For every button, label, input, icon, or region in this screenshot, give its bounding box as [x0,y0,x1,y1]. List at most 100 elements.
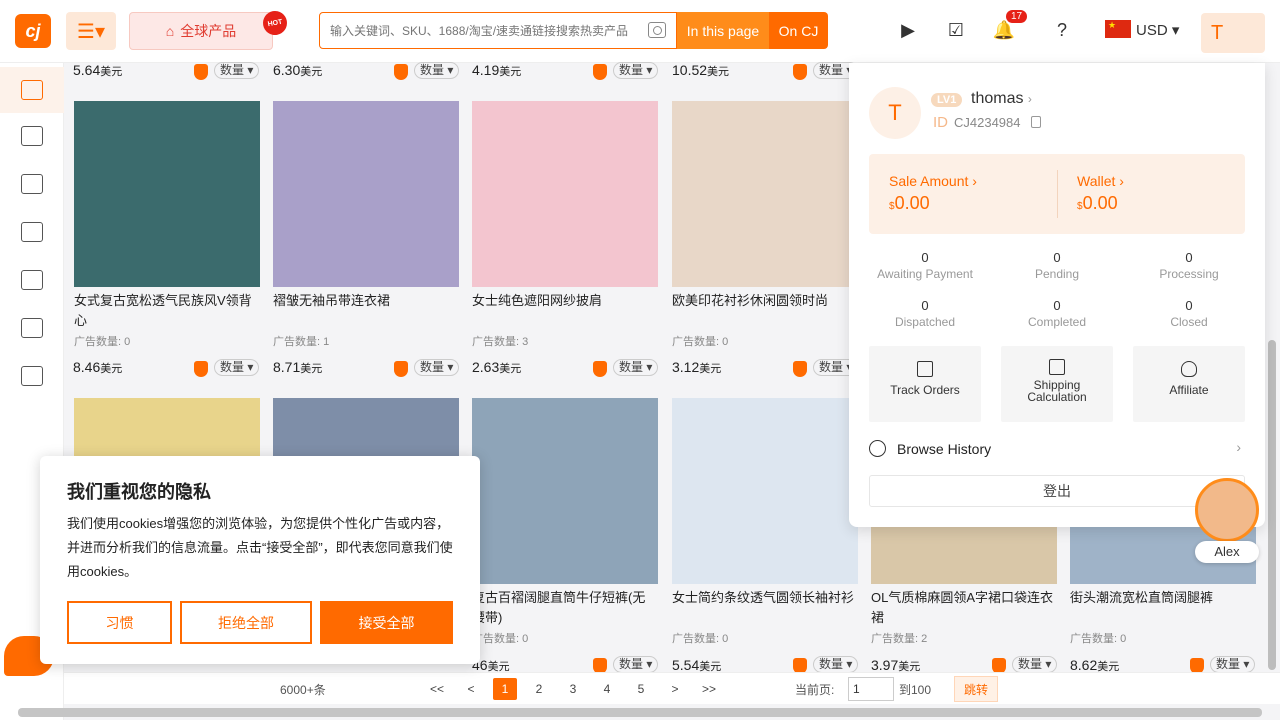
assistant-widget[interactable]: Alex [1195,478,1261,566]
product-image[interactable] [74,101,260,287]
product-name[interactable]: 欧美印花衬衫休闲圆领时尚 [672,291,858,331]
stat-count: 0 [1185,250,1193,265]
cj-logo[interactable]: cj [15,14,51,48]
sidebar-item-clip[interactable] [0,257,64,303]
product-name[interactable]: 女士简约条纹透气圆领长袖衬衫 [672,588,858,628]
price-row: 3.12美元 [672,357,721,377]
currency-selector[interactable]: USD ▾ [1136,21,1179,39]
product-image[interactable] [273,101,459,287]
page-last[interactable]: >> [697,678,721,700]
page-first[interactable]: << [425,678,449,700]
username-link[interactable]: thomas › [971,90,1032,108]
quantity-select[interactable]: 数量 ▾ [414,62,460,79]
quantity-select[interactable]: 数量 ▾ [214,62,260,79]
stat-processing[interactable]: 0 Processing [1129,250,1249,281]
page-next[interactable]: > [663,678,687,700]
product-card[interactable]: 女士纯色遮阳网纱披肩 广告数量: 3 [472,101,658,349]
product-name[interactable]: 复古百褶阔腿直筒牛仔短裤(无腰带) [472,588,658,628]
copy-icon[interactable] [1031,116,1041,128]
product-name[interactable]: 褶皱无袖吊带连衣裙 [273,291,459,331]
search-in-page-button[interactable]: In this page [677,12,769,49]
stat-label: Processing [1159,267,1219,281]
sidebar-item-store[interactable] [0,305,64,351]
page-2[interactable]: 2 [527,678,551,700]
page-4[interactable]: 4 [595,678,619,700]
user-avatar: T [869,87,921,139]
custom-cookie-button[interactable]: 习惯 [67,601,172,644]
video-icon[interactable]: ▶ [896,18,920,42]
sidebar-item-list[interactable] [0,209,64,255]
stat-closed[interactable]: 0 Closed [1129,298,1249,329]
total-pages-label: 到100 [899,683,932,697]
user-avatar-button[interactable]: T [1201,13,1265,53]
product-card[interactable]: 女式复古宽松透气民族风V领背心 广告数量: 0 [74,101,260,349]
price-value: 8.46 [73,358,101,375]
price-unit: 美元 [898,660,921,673]
price-row-top-1: 6.30美元 [273,60,322,80]
sidebar-item-analytics[interactable] [0,353,64,399]
price-value: 4.19 [472,61,500,78]
product-name[interactable]: 女式复古宽松透气民族风V领背心 [74,291,260,331]
search-input[interactable] [330,23,640,38]
quantity-select[interactable]: 数量 ▾ [1210,656,1256,673]
china-flag-icon[interactable] [1105,20,1131,38]
global-products-label: 全球产品 [180,23,237,39]
product-name[interactable]: 街头潮流宽松直筒阔腿裤 [1070,588,1256,628]
quantity-select[interactable]: 数量 ▾ [613,656,659,673]
page-3[interactable]: 3 [561,678,585,700]
product-card[interactable]: 复古百褶阔腿直筒牛仔短裤(无腰带) 广告数量: 0 [472,398,658,646]
vertical-scrollbar[interactable] [1268,340,1276,670]
page-5[interactable]: 5 [629,678,653,700]
product-name[interactable]: 女士纯色遮阳网纱披肩 [472,291,658,331]
track-orders-button[interactable]: Track Orders [869,346,981,422]
product-name[interactable]: OL气质棉麻圆领A字裙口袋连衣裙 [871,588,1057,628]
qty-label: 数量 [420,63,445,77]
goto-page-button[interactable]: 跳转 [954,676,998,702]
sidebar-item-cart[interactable] [0,113,64,159]
reject-all-button[interactable]: 拒绝全部 [180,601,312,644]
quantity-select[interactable]: 数量 ▾ [214,359,260,376]
camera-icon[interactable] [648,22,666,38]
page-prev[interactable]: < [459,678,483,700]
page-number-input[interactable]: 1 [848,677,894,701]
price-row: 8.46美元 [73,357,122,377]
ad-count: 广告数量: 2 [871,633,928,645]
page-1[interactable]: 1 [493,678,517,700]
horizontal-scrollbar[interactable] [18,708,1262,717]
qty-label: 数量 [819,657,844,671]
global-products-button[interactable]: ⌂ 全球产品 [129,12,273,50]
quantity-select[interactable]: 数量 ▾ [613,62,659,79]
stat-completed[interactable]: 0 Completed [997,298,1117,329]
sale-amount-link[interactable]: Sale Amount › [889,173,977,189]
clock-icon [869,440,886,457]
stat-awaiting-payment[interactable]: 0 Awaiting Payment [865,250,985,281]
product-image[interactable] [472,101,658,287]
product-image[interactable] [672,101,858,287]
logout-button[interactable]: 登出 [869,475,1245,507]
sidebar-item-orders[interactable] [0,161,64,207]
category-menu-button[interactable]: ☰▾ [66,12,116,50]
ad-count: 广告数量: 0 [672,633,729,645]
wallet-link[interactable]: Wallet › [1077,173,1124,189]
stat-pending[interactable]: 0 Pending [997,250,1117,281]
product-card[interactable]: 女士简约条纹透气圆领长袖衬衫 广告数量: 0 [672,398,858,646]
help-icon[interactable]: ? [1050,18,1074,42]
shipping-calculation-button[interactable]: Shipping Calculation [1001,346,1113,422]
product-image[interactable] [672,398,858,584]
quantity-select[interactable]: 数量 ▾ [613,359,659,376]
sale-amount-label: Sale Amount [889,173,969,189]
product-image[interactable] [472,398,658,584]
quantity-select[interactable]: 数量 ▾ [414,359,460,376]
product-card[interactable]: 褶皱无袖吊带连衣裙 广告数量: 1 [273,101,459,349]
calendar-check-icon[interactable]: ☑ [944,18,968,42]
sidebar-item-search-products[interactable] [0,67,64,113]
accept-all-button[interactable]: 接受全部 [320,601,453,644]
quantity-select[interactable]: 数量 ▾ [1012,656,1058,673]
search-on-cj-button[interactable]: On CJ [769,12,828,49]
affiliate-button[interactable]: Affiliate [1133,346,1245,422]
quantity-select[interactable]: 数量 ▾ [813,656,859,673]
shield-icon [593,64,607,80]
browse-history-link[interactable]: Browse History › [869,437,1245,461]
product-card[interactable]: 欧美印花衬衫休闲圆领时尚 广告数量: 0 [672,101,858,349]
stat-dispatched[interactable]: 0 Dispatched [865,298,985,329]
